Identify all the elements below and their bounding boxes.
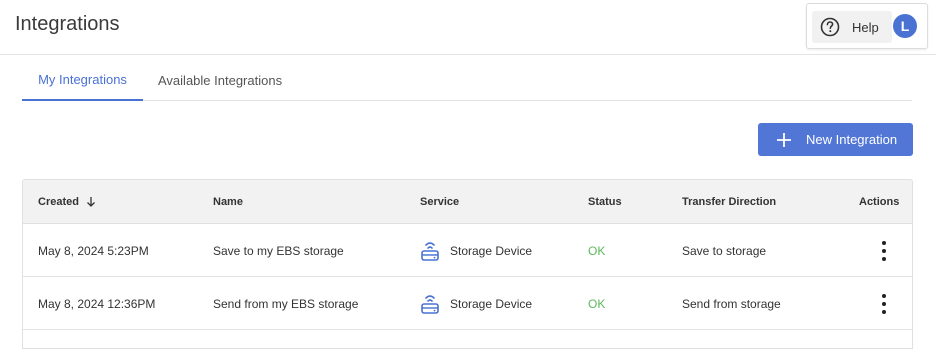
cell-service: Storage Device: [420, 277, 532, 330]
table-header: Created Name Service Status Transfer Dir…: [23, 180, 912, 224]
page-title: Integrations: [15, 13, 120, 35]
plus-icon: [777, 132, 791, 147]
storage-device-icon: [421, 294, 439, 314]
app-header: Integrations Help L: [0, 0, 936, 55]
column-header-service[interactable]: Service: [420, 180, 459, 224]
arrow-down-icon: [87, 197, 95, 207]
avatar[interactable]: L: [893, 14, 917, 38]
integration-tabs: My Integrations Available Integrations: [22, 60, 912, 101]
status-badge: OK: [588, 296, 606, 311]
cell-created: May 8, 2024 12:36PM: [38, 296, 156, 311]
help-circle-icon: [820, 17, 840, 37]
column-header-status[interactable]: Status: [588, 180, 622, 224]
kebab-menu-icon[interactable]: [879, 241, 889, 261]
cell-name: Save to my EBS storage: [213, 243, 344, 258]
help-button[interactable]: Help: [812, 11, 892, 43]
column-header-name[interactable]: Name: [213, 180, 243, 224]
service-label: Storage Device: [450, 296, 533, 311]
status-badge: OK: [588, 243, 606, 258]
cell-service: Storage Device: [420, 224, 532, 277]
service-label: Storage Device: [450, 243, 533, 258]
column-header-transfer-direction[interactable]: Transfer Direction: [682, 180, 776, 224]
integrations-table: Created Name Service Status Transfer Dir…: [22, 179, 913, 349]
user-toolbar: Help L: [806, 3, 928, 49]
column-label-created: Created: [38, 196, 79, 208]
cell-transfer-direction: Send from storage: [682, 296, 781, 311]
help-label: Help: [852, 19, 879, 35]
column-header-actions: Actions: [859, 196, 900, 208]
cell-created: May 8, 2024 5:23PM: [38, 243, 149, 258]
new-integration-label: New Integration: [806, 132, 898, 147]
tab-my-integrations[interactable]: My Integrations: [22, 60, 143, 101]
table-row[interactable]: May 8, 2024 5:23PM Save to my EBS storag…: [23, 224, 912, 277]
column-header-created[interactable]: Created: [38, 180, 97, 224]
table-row[interactable]: May 8, 2024 12:36PM Send from my EBS sto…: [23, 277, 912, 330]
tab-available-integrations[interactable]: Available Integrations: [158, 60, 282, 101]
new-integration-button[interactable]: New Integration: [758, 123, 913, 156]
cell-name: Send from my EBS storage: [213, 296, 359, 311]
cell-transfer-direction: Save to storage: [682, 243, 767, 258]
kebab-menu-icon[interactable]: [879, 294, 889, 314]
storage-device-icon: [421, 241, 439, 261]
